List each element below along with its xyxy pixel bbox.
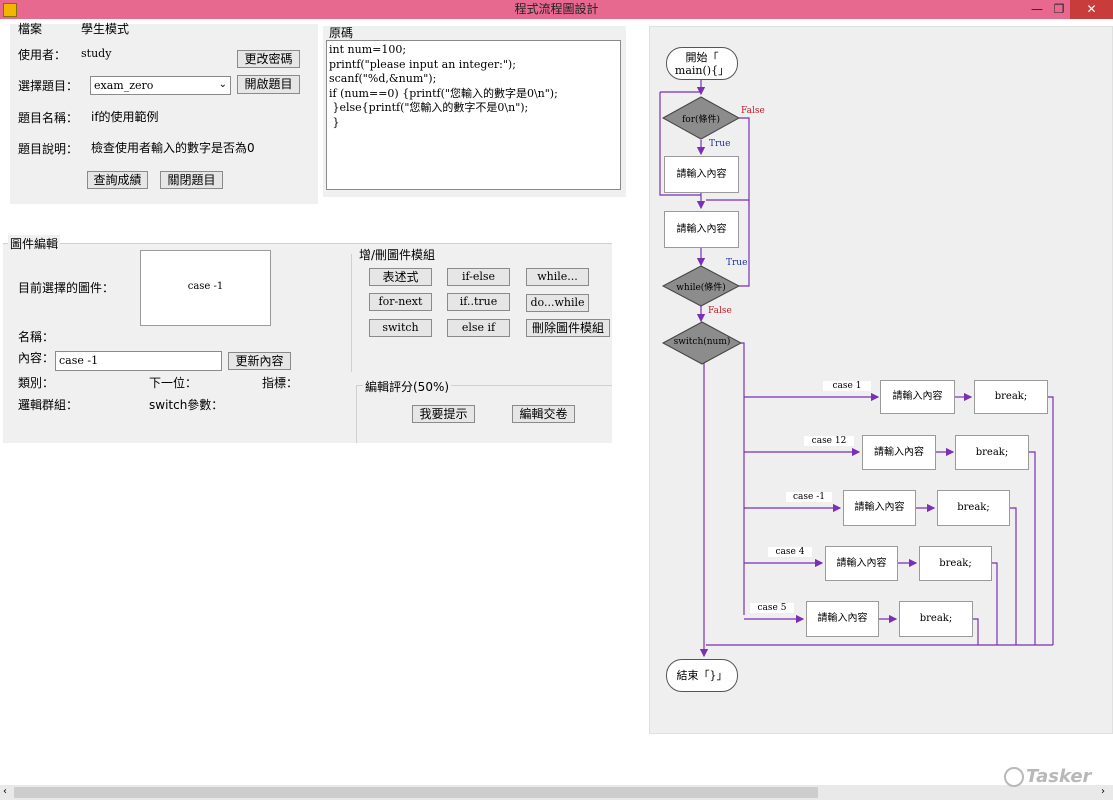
case-break-node[interactable]: break; <box>974 380 1048 414</box>
start-line-1: 開始「 <box>685 51 719 64</box>
scrollbar-thumb[interactable] <box>14 787 818 798</box>
scroll-right-icon[interactable]: › <box>1101 786 1105 797</box>
start-node[interactable]: 開始「 main(){」 <box>666 47 738 80</box>
case-label: case 4 <box>768 547 812 557</box>
while-label: while(條件) <box>676 283 726 293</box>
case-body-node[interactable]: 請輸入內容 <box>862 435 936 470</box>
case-body-node[interactable]: 請輸入內容 <box>806 601 879 637</box>
for-false-label: False <box>741 106 765 116</box>
for-true-label: True <box>709 139 731 149</box>
while-true-label: True <box>726 258 748 268</box>
case-label: case 12 <box>804 436 854 446</box>
for-body-node[interactable]: 請輸入內容 <box>664 156 739 193</box>
input-node[interactable]: 請輸入內容 <box>664 211 739 248</box>
case-body-node[interactable]: 請輸入內容 <box>843 490 916 526</box>
case-label: case 1 <box>823 381 871 391</box>
case-break-node[interactable]: break; <box>919 546 992 581</box>
for-label: for(條件) <box>681 115 721 125</box>
case-label: case -1 <box>786 492 832 502</box>
case-label: case 5 <box>750 603 794 613</box>
scroll-left-icon[interactable]: ‹ <box>3 786 7 797</box>
end-node[interactable]: 結束「}」 <box>666 659 738 692</box>
switch-label: switch(num) <box>673 337 731 347</box>
start-line-2: main(){」 <box>674 64 730 77</box>
while-false-label: False <box>708 306 732 316</box>
case-break-node[interactable]: break; <box>899 601 973 637</box>
case-break-node[interactable]: break; <box>955 435 1029 470</box>
case-break-node[interactable]: break; <box>937 490 1010 526</box>
watermark-text: Tasker <box>1026 766 1092 787</box>
case-body-node[interactable]: 請輸入內容 <box>825 546 898 581</box>
case-body-node[interactable]: 請輸入內容 <box>880 380 955 414</box>
tasker-logo-icon <box>1004 767 1024 787</box>
